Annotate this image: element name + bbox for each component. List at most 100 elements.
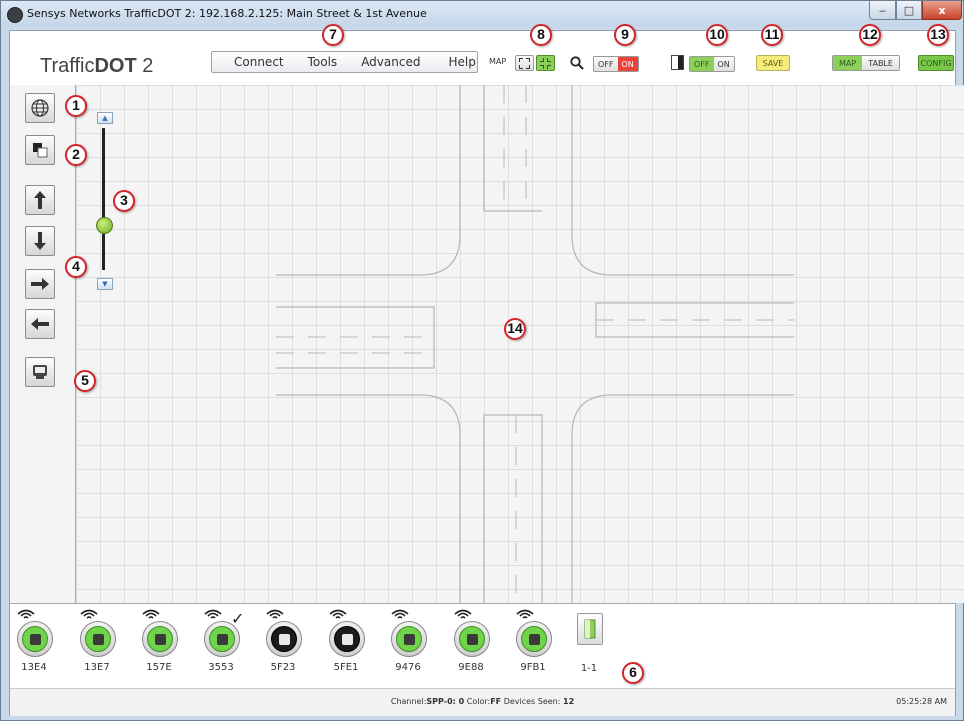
device-5F23[interactable]: 5F23: [263, 609, 319, 687]
menu-help[interactable]: Help: [432, 55, 487, 69]
device-label: 13E4: [21, 662, 47, 673]
repeater-icon: [577, 613, 603, 645]
wifi-icon: [329, 609, 347, 619]
sensor-ring: [17, 621, 53, 657]
wifi-icon: [391, 609, 409, 619]
view-toggle[interactable]: MAP TABLE: [832, 55, 900, 71]
devices-seen-label: Devices Seen:: [503, 697, 561, 706]
device-13E7[interactable]: 13E7: [77, 609, 133, 687]
arrow-left-icon: [31, 318, 49, 330]
device-label: 9FB1: [520, 662, 546, 673]
menu-tools[interactable]: Tools: [296, 55, 350, 69]
device-5FE1[interactable]: 5FE1: [326, 609, 382, 687]
left-toolbar: [10, 85, 76, 603]
channel-label: Channel:: [390, 697, 427, 706]
sensor-ring: [142, 621, 178, 657]
sensor-ring: [329, 621, 365, 657]
maximize-button[interactable]: □: [896, 1, 922, 20]
move-left-button[interactable]: [25, 309, 55, 339]
south-stop-lines: [483, 414, 543, 603]
wifi-icon: [17, 609, 35, 619]
wifi-icon: [516, 609, 534, 619]
view-table-button[interactable]: TABLE: [862, 56, 899, 70]
search-toggle[interactable]: OFF ON: [593, 56, 639, 72]
device-9476[interactable]: 9476: [388, 609, 444, 687]
callout-11: 11: [761, 24, 783, 46]
callout-2: 2: [65, 144, 87, 166]
device-label: 5FE1: [333, 662, 359, 673]
sensor-status: [85, 626, 111, 652]
logo-bold: DOT: [94, 55, 137, 77]
device-label: 3553: [208, 662, 234, 673]
panel-toggle[interactable]: OFF ON: [689, 56, 735, 72]
road-edge-sw: [276, 394, 461, 603]
title-bar: Sensys Networks TrafficDOT 2: 192.168.2.…: [1, 1, 963, 27]
layers-button[interactable]: [25, 135, 55, 165]
north-stop-lines: [483, 85, 542, 212]
road-edge-ne: [571, 85, 794, 276]
application-window: Sensys Networks TrafficDOT 2: 192.168.2.…: [0, 0, 964, 721]
logo-suffix: 2: [136, 55, 154, 77]
minimize-button[interactable]: ‒: [869, 1, 896, 20]
callout-10: 10: [706, 24, 728, 46]
sensor-status: [459, 626, 485, 652]
move-up-button[interactable]: [25, 185, 55, 215]
collapse-icon: [540, 57, 551, 69]
wifi-icon: [80, 609, 98, 619]
sensor-status: [334, 626, 360, 652]
map-canvas[interactable]: ▲ ▼: [76, 85, 964, 603]
app-logo: TrafficDOT 2: [40, 55, 153, 78]
globe-button[interactable]: [25, 93, 55, 123]
device-9FB1[interactable]: 9FB1: [513, 609, 569, 687]
panel-toggle-off[interactable]: OFF: [690, 57, 714, 71]
sensor-ring: [80, 621, 116, 657]
device-3553[interactable]: ✓ 3553: [201, 609, 257, 687]
wifi-icon: [266, 609, 284, 619]
callout-1: 1: [65, 95, 87, 117]
search-toggle-off[interactable]: OFF: [594, 57, 618, 71]
device-13E4[interactable]: 13E4: [14, 609, 70, 687]
map-label: MAP: [489, 57, 507, 66]
expand-icon: [519, 57, 530, 69]
view-map-button[interactable]: MAP: [833, 56, 863, 70]
fit-map-button[interactable]: [536, 55, 555, 71]
callout-5: 5: [74, 370, 96, 392]
move-right-button[interactable]: [25, 269, 55, 299]
panel-icon[interactable]: [671, 55, 684, 70]
globe-icon: [31, 99, 49, 117]
repeater-device[interactable]: 1-1: [577, 613, 607, 683]
callout-14: 14: [504, 318, 526, 340]
sensor-ring: [454, 621, 490, 657]
search-icon[interactable]: [570, 56, 584, 70]
wifi-icon: [142, 609, 160, 619]
color-value: FF: [490, 697, 502, 706]
wifi-icon: [204, 609, 222, 619]
callout-13: 13: [927, 24, 949, 46]
config-button[interactable]: CONFIG: [918, 55, 954, 71]
logo-prefix: Traffic: [40, 55, 95, 77]
road-edge-se: [571, 394, 794, 603]
search-toggle-on[interactable]: ON: [617, 57, 638, 71]
save-button[interactable]: SAVE: [756, 55, 790, 71]
device-label: 9E88: [458, 662, 484, 673]
sensor-icon: [33, 365, 47, 379]
move-down-button[interactable]: [25, 226, 55, 256]
expand-map-button[interactable]: [515, 55, 534, 71]
callout-7: 7: [322, 24, 344, 46]
status-text: Channel:SPP-0: 0 Color:FF Devices Seen: …: [10, 697, 955, 706]
add-sensor-button[interactable]: [25, 357, 55, 387]
menu-bar: Connect Tools Advanced Help: [211, 51, 478, 73]
device-157E[interactable]: 157E: [139, 609, 195, 687]
road-edge-nw: [276, 85, 461, 276]
device-9E88[interactable]: 9E88: [451, 609, 507, 687]
menu-advanced[interactable]: Advanced: [349, 55, 432, 69]
device-label: 5F23: [270, 662, 296, 673]
arrow-down-icon: [34, 232, 46, 250]
sensor-status: [396, 626, 422, 652]
close-button[interactable]: x: [922, 1, 962, 20]
panel-toggle-on[interactable]: ON: [713, 57, 734, 71]
sensor-status: [209, 626, 235, 652]
callout-9: 9: [614, 24, 636, 46]
channel-value: SPP-0: 0: [426, 697, 465, 706]
menu-connect[interactable]: Connect: [212, 55, 296, 69]
